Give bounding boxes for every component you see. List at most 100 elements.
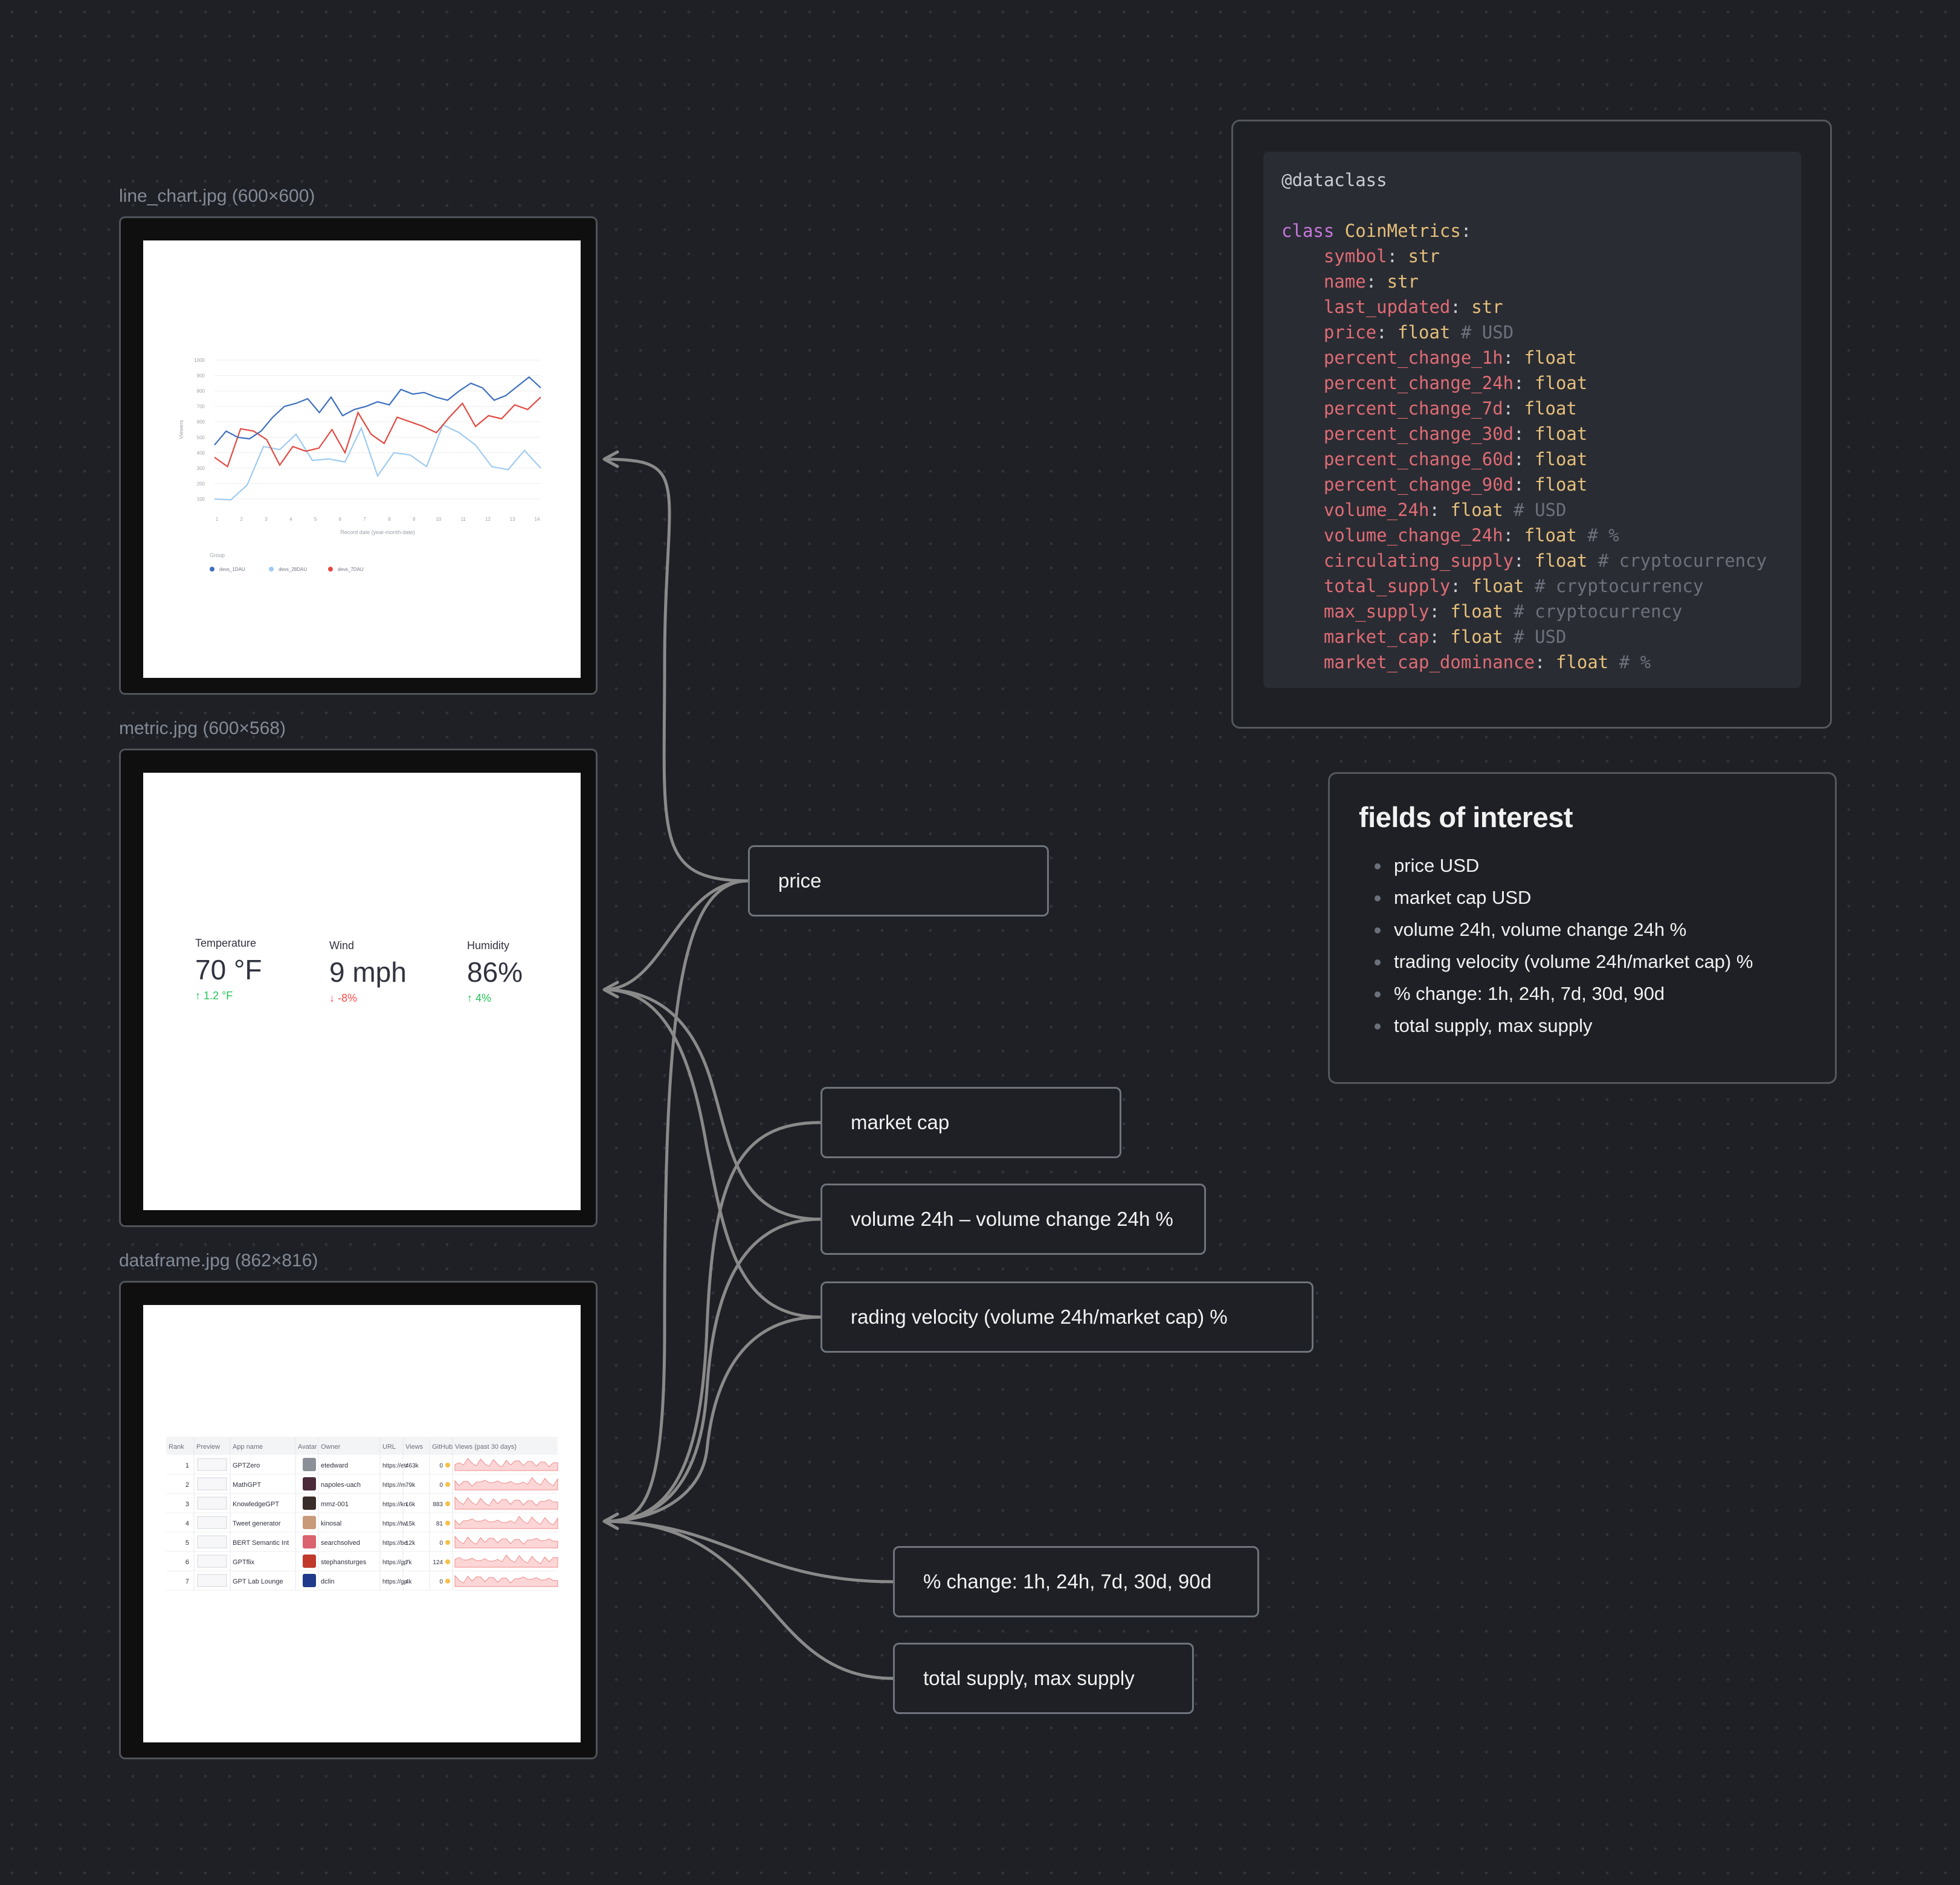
line-chart-plot: 10009008007006005004003002001001 2 3 4 5 6 7 8 9… (178, 358, 541, 572)
cell-app-name: GPTZero (233, 1462, 260, 1469)
dataframe-image: Rank Preview App name Avatar Owner URL Views Gi… (143, 1305, 581, 1742)
star-icon (445, 1501, 450, 1506)
legend-label-devs_28DAU: devs_28DAU (279, 567, 307, 572)
cell-rank: 5 (185, 1539, 189, 1547)
cell-github: 0 (439, 1579, 443, 1585)
cell-owner: napoles-uach (321, 1481, 361, 1489)
column-header: GitHub (432, 1443, 453, 1451)
fields-of-interest-item: market cap USD (1366, 881, 1806, 914)
views-sparkline (454, 1477, 558, 1490)
legend-title: Group (210, 552, 225, 558)
cell-rank: 4 (185, 1520, 189, 1527)
code-field-name: market_cap (1323, 627, 1430, 647)
cell-views: 4k (405, 1579, 413, 1585)
preview-thumbnail (197, 1477, 227, 1490)
fields-of-interest-item: trading velocity (volume 24h/market cap)… (1366, 946, 1806, 978)
line-chart-caption: line_chart.jpg (600×600) (119, 186, 315, 206)
metric-delta: ↑ 4% (467, 992, 523, 1005)
x-tick-label: 14 (535, 517, 540, 522)
x-tick-label: 9 (413, 517, 416, 522)
code-comment: # USD (1460, 322, 1514, 343)
cell-app-name: BERT Semantic Int (233, 1539, 289, 1547)
code-field-type: float (1535, 449, 1588, 469)
code-field-name: last_updated (1323, 297, 1451, 317)
metric-label: Temperature (195, 937, 257, 949)
code-comment: # USD (1514, 500, 1567, 520)
avatar (303, 1555, 316, 1568)
fields-of-interest-title: fields of interest (1359, 801, 1573, 833)
metric-caption: metric.jpg (600×568) (119, 718, 286, 738)
dataframe-caption: dataframe.jpg (862×816) (119, 1251, 318, 1271)
column-header: Preview (196, 1443, 220, 1451)
node-trading-velocity[interactable]: rading velocity (volume 24h/market cap) … (820, 1281, 1314, 1353)
cell-owner: searchsolved (321, 1539, 360, 1547)
legend-marker-devs_28DAU (269, 567, 274, 572)
cell-github: 0 (439, 1463, 443, 1469)
metric-delta: ↓ -8% (329, 992, 407, 1005)
wire-supply-dataframe (604, 1519, 894, 1680)
code-field-type: float (1535, 474, 1588, 495)
code-field-name: percent_change_7d (1323, 398, 1503, 419)
code-card[interactable]: @dataclass class CoinMetrics: symbol: st… (1231, 120, 1832, 729)
cell-rank: 2 (185, 1481, 189, 1489)
x-tick-label: 12 (485, 517, 491, 522)
line-chart-image-frame[interactable]: 1000 900 800 700 600 500 400 300 200 100 1 2 3 4 5 6 7 8 9… (119, 216, 598, 695)
x-tick-label: 1 (216, 517, 219, 522)
cell-views: 79k (405, 1482, 416, 1489)
y-tick-label: 300 (197, 466, 205, 471)
metric-label: Humidity (467, 939, 510, 952)
metric-delta-value: 1.2 °F (204, 990, 233, 1002)
node-volume[interactable]: volume 24h – volume change 24h % (820, 1184, 1206, 1255)
cell-views: 12k (405, 1540, 416, 1547)
legend-label-devs_7DAU: devs_7DAU (338, 567, 364, 572)
star-icon (445, 1559, 450, 1564)
line-chart-image: 1000 900 800 700 600 500 400 300 200 100 1 2 3 4 5 6 7 8 9… (143, 240, 581, 678)
column-header: Owner (321, 1443, 341, 1451)
avatar (303, 1516, 316, 1529)
fields-of-interest-list: price USD market cap USD volume 24h, volum… (1359, 849, 1806, 1042)
column-header: Avatar (298, 1443, 317, 1451)
metric-delta-value: 4% (475, 992, 492, 1004)
cell-url: https://gp (382, 1559, 408, 1566)
legend-marker-devs_7DAU (328, 567, 333, 572)
fields-of-interest-item: price USD (1366, 849, 1806, 881)
metric-delta: ↑ 1.2 °F (195, 990, 262, 1002)
fields-of-interest-card[interactable]: fields of interest price USD market cap U… (1328, 772, 1837, 1084)
code-class-keyword: class (1281, 221, 1335, 241)
metric-image-frame[interactable]: Temperature 70 °F ↑ 1.2 °F Wind 9 mph ↓ -8% Hu… (119, 749, 598, 1227)
cell-url: https://etr (382, 1463, 408, 1469)
cell-app-name: KnowledgeGPT (233, 1501, 279, 1508)
node-supply[interactable]: total supply, max supply (893, 1643, 1194, 1714)
code-field-type: float (1535, 373, 1588, 393)
dataframe-image-frame[interactable]: Rank Preview App name Avatar Owner URL Views Gi… (119, 1281, 598, 1759)
code-field-name: price (1323, 322, 1377, 343)
cell-url: https://m (382, 1482, 405, 1489)
fields-of-interest-item: % change: 1h, 24h, 7d, 30d, 90d (1366, 978, 1806, 1010)
fields-of-interest-item: volume 24h, volume change 24h % (1366, 914, 1806, 946)
fields-of-interest-item: total supply, max supply (1366, 1010, 1806, 1042)
cell-owner: etedward (321, 1462, 348, 1469)
node-percent-change[interactable]: % change: 1h, 24h, 7d, 30d, 90d (893, 1546, 1259, 1617)
code-field-type: str (1471, 297, 1503, 317)
node-market-cap[interactable]: market cap (820, 1087, 1121, 1158)
cell-views: 463k (405, 1463, 419, 1469)
node-price[interactable]: price (748, 845, 1049, 917)
metric-label: Wind (329, 939, 355, 952)
column-header: App name (233, 1443, 263, 1451)
cell-github: 0 (439, 1482, 443, 1489)
code-comment: # cryptocurrency (1597, 550, 1767, 571)
y-tick-label: 700 (197, 404, 205, 410)
metric-value: 9 mph (329, 956, 407, 988)
code-field-name: percent_change_1h (1323, 347, 1503, 368)
preview-thumbnail (197, 1497, 227, 1510)
cell-github: 883 (433, 1501, 443, 1508)
star-icon (445, 1463, 450, 1468)
views-sparkline (454, 1496, 558, 1510)
x-tick-label: 2 (240, 517, 243, 522)
code-field-name: volume_24h (1323, 500, 1430, 520)
code-field-type: float (1524, 347, 1577, 368)
legend-label-devs_1DAU: devs_1DAU (219, 567, 245, 572)
series-line-devs_7DAU (214, 396, 541, 468)
cell-owner: dclin (321, 1578, 335, 1585)
wire-pctchange-dataframe (604, 1519, 894, 1584)
